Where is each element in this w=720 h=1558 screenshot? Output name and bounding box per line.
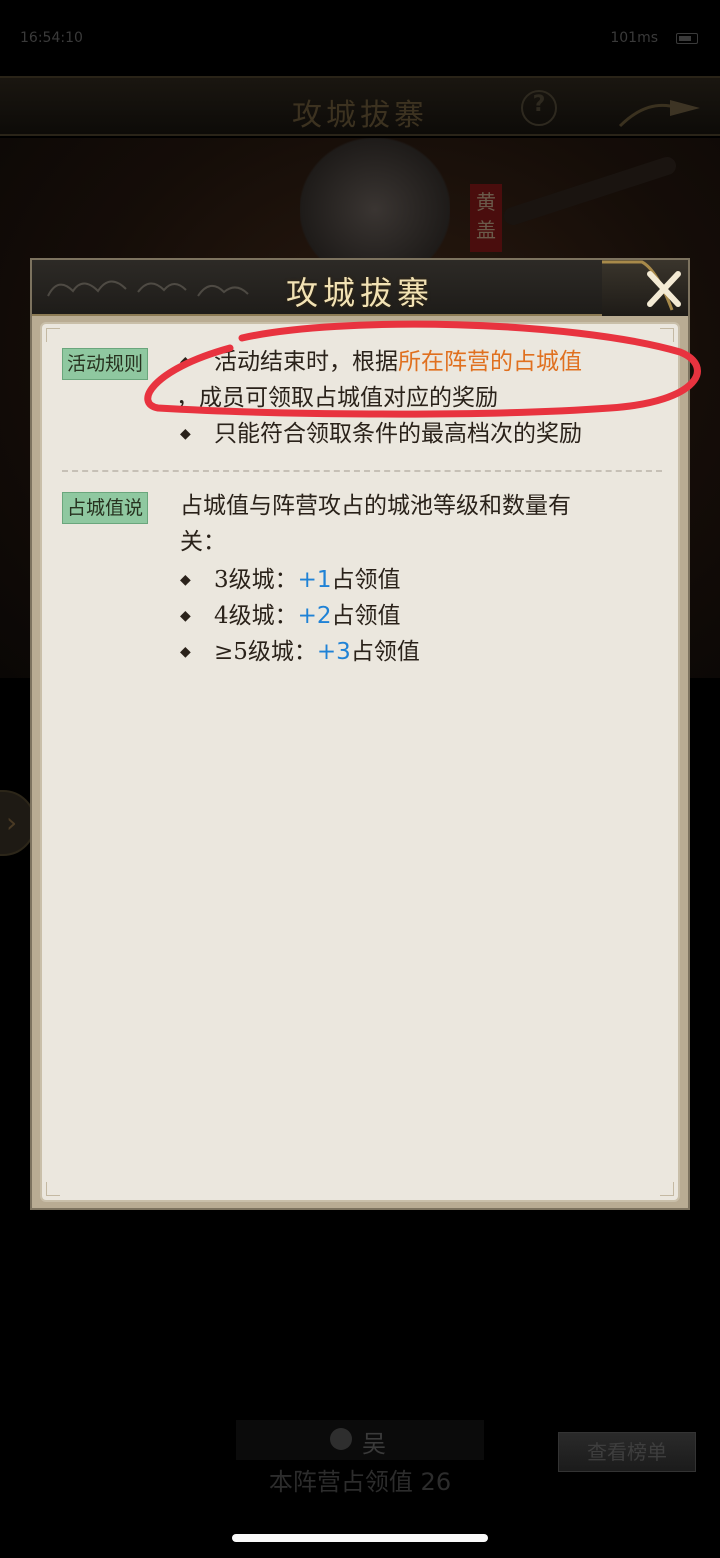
corner-ornament <box>46 1182 60 1196</box>
dialog-header: 攻城拔寨 <box>32 260 688 316</box>
city-points-suffix: 占领值 <box>350 639 420 665</box>
bullet-icon: ◆ <box>180 572 191 588</box>
faction-banner <box>236 1420 484 1460</box>
occupation-intro-2: 关： <box>180 529 226 555</box>
game-header: 攻城拔寨 ? <box>0 76 720 136</box>
close-button[interactable] <box>602 260 688 316</box>
hero-portrait <box>300 138 450 268</box>
network-latency: 101ms <box>610 30 658 46</box>
bullet-icon: ◆ <box>180 644 191 660</box>
bullet-icon: ◆ <box>180 608 191 624</box>
bullet-icon: ◆ <box>180 426 191 442</box>
city-points: +1 <box>297 567 332 593</box>
corner-ornament <box>660 1182 674 1196</box>
occupation-intro-1: 占城值与阵营攻占的城池等级和数量有 <box>180 493 571 519</box>
hero-name-tag: 黄盖 <box>470 184 502 252</box>
faction-score-label: 本阵营占领值 <box>268 1468 413 1496</box>
rule-line-3: ◆ 只能符合领取条件的最高档次的奖励 <box>180 416 582 452</box>
occupation-item: ◆ 3级城：+1占领值 <box>180 562 401 598</box>
occupation-item: ◆ ≥5级城：+3占领值 <box>180 634 420 670</box>
dialog-content: 活动规则 ◆ 活动结束时，根据所在阵营的占城值 ，成员可领取占城值对应的奖励 ◆ 只… <box>40 322 680 1202</box>
dialog-title: 攻城拔寨 <box>285 274 434 312</box>
view-ranking-button[interactable]: 查看榜单 <box>558 1432 696 1472</box>
corner-ornament <box>46 328 60 342</box>
rules-tag: 活动规则 <box>62 348 149 380</box>
faction-name: 吴 <box>362 1430 386 1458</box>
faction-emblem-icon <box>330 1428 352 1450</box>
occupation-tag: 占城值说 <box>62 492 149 524</box>
status-time: 16:54:10 <box>20 30 83 46</box>
rule-line-3-text: 只能符合领取条件的最高档次的奖励 <box>214 421 582 447</box>
game-title: 攻城拔寨 <box>292 98 428 133</box>
back-arrow-icon[interactable] <box>618 88 708 128</box>
help-button[interactable]: ? <box>521 90 557 126</box>
city-points: +3 <box>316 639 351 665</box>
city-level: 4级城： <box>214 603 298 629</box>
city-level: 3级城： <box>214 567 298 593</box>
close-icon <box>602 260 681 311</box>
home-indicator <box>232 1534 488 1542</box>
occupation-item: ◆ 4级城：+2占领值 <box>180 598 401 634</box>
battery-icon <box>676 33 698 44</box>
city-level: ≥5级城： <box>214 639 317 665</box>
chevron-right-icon: › <box>6 806 18 839</box>
faction-score-value: 26 <box>420 1468 452 1496</box>
red-annotation-circle <box>144 320 701 418</box>
section-divider <box>62 470 662 472</box>
city-points-suffix: 占领值 <box>331 567 401 593</box>
city-points-suffix: 占领值 <box>331 603 401 629</box>
city-points: +2 <box>297 603 332 629</box>
status-bar: 16:54:10 101ms <box>0 0 720 76</box>
